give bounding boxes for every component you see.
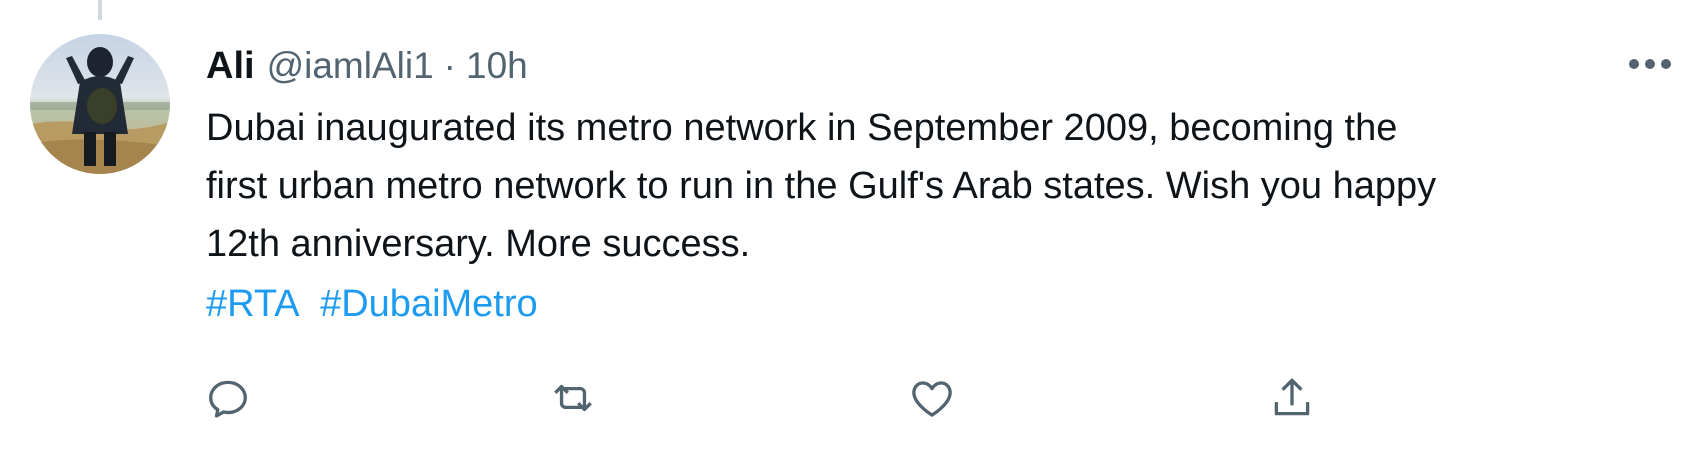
tweet-actions-bar — [200, 370, 1500, 426]
hashtag-list: #RTA #DubaiMetro — [206, 275, 538, 333]
reply-icon — [209, 380, 247, 418]
author-handle[interactable]: @iamlAli1 — [267, 45, 434, 87]
hashtag-link[interactable]: #DubaiMetro — [320, 283, 538, 325]
hashtag-link[interactable]: #RTA — [206, 283, 298, 325]
avatar[interactable] — [30, 34, 170, 174]
share-icon — [1274, 378, 1310, 416]
thread-connector-line — [98, 0, 102, 20]
more-horizontal-icon — [1629, 59, 1671, 69]
tweet-timestamp[interactable]: 10h — [466, 45, 528, 87]
heart-icon — [912, 381, 952, 417]
share-button[interactable] — [1264, 370, 1320, 426]
tweet-text: Dubai inaugurated its metro network in S… — [206, 107, 1437, 265]
reply-button[interactable] — [200, 370, 256, 426]
retweet-icon — [554, 384, 592, 412]
author-name[interactable]: Ali — [206, 45, 255, 88]
profile-photo-icon — [30, 34, 170, 174]
header-separator: · — [443, 45, 456, 86]
tweet-header: Ali @iamlAli1 · 10h — [206, 40, 528, 92]
more-options-button[interactable] — [1620, 40, 1680, 88]
like-button[interactable] — [904, 370, 960, 426]
retweet-button[interactable] — [545, 370, 601, 426]
